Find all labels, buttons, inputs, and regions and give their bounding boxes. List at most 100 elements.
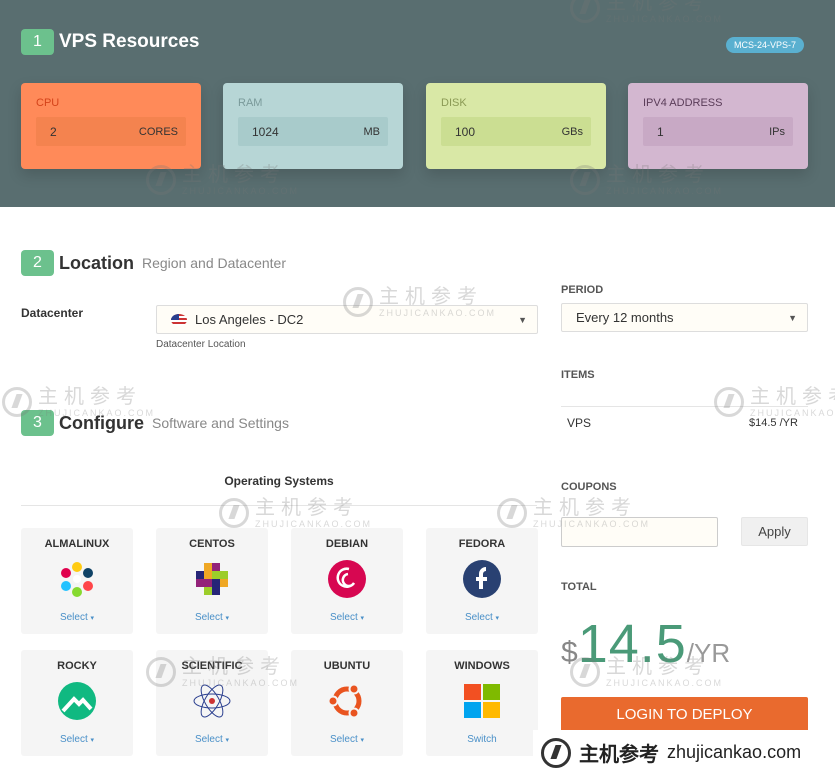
item-price: $14.5 /YR	[749, 417, 798, 429]
resources-heading: 1 VPS Resources	[21, 29, 199, 55]
cpu-value: 2	[50, 124, 57, 139]
os-card-fedora[interactable]: FEDORA Select ▾	[426, 528, 538, 634]
apply-coupon-button[interactable]: Apply	[741, 517, 808, 546]
watermark-en: ZHUJICANKAO.COM	[606, 14, 724, 24]
select-link[interactable]: Select ▾	[291, 612, 403, 623]
caret-down-icon: ▼	[518, 315, 527, 325]
os-card-centos[interactable]: CENTOS Select ▾	[156, 528, 268, 634]
os-card-almalinux[interactable]: ALMALINUX Select ▾	[21, 528, 133, 634]
section-title: Location	[59, 252, 134, 273]
caret-down-icon: ▾	[360, 615, 365, 622]
watermark: 主机参考ZHUJICANKAO.COM	[570, 0, 723, 24]
ram-field[interactable]: 1024 MB	[238, 117, 388, 146]
select-link[interactable]: Select ▾	[426, 612, 538, 623]
os-card-debian[interactable]: DEBIAN Select ▾	[291, 528, 403, 634]
watermark-en: ZHUJICANKAO.COM	[750, 408, 835, 418]
caret-down-icon: ▾	[90, 737, 95, 744]
watermark-logo-icon	[541, 737, 571, 768]
action-label: Select	[194, 612, 223, 623]
watermark: 主机参考ZHUJICANKAO.COM	[570, 164, 723, 196]
select-link[interactable]: Select ▾	[21, 734, 133, 745]
os-name: CENTOS	[189, 538, 235, 550]
action-label: Select	[59, 612, 88, 623]
os-heading: Operating Systems	[224, 474, 334, 488]
os-name: ROCKY	[57, 660, 97, 672]
os-name: DEBIAN	[325, 538, 369, 550]
step-number: 1	[21, 29, 54, 55]
ram-unit: MB	[363, 125, 381, 138]
location-heading: 2 Location Region and Datacenter	[21, 250, 286, 276]
watermark-logo-icon	[570, 165, 600, 195]
disk-value: 100	[455, 124, 476, 139]
footer-watermark-cn: 主机参考	[579, 744, 659, 766]
watermark-en: ZHUJICANKAO.COM	[38, 408, 156, 418]
watermark: 主机参考ZHUJICANKAO.COM	[497, 497, 650, 529]
select-link[interactable]: Select ▾	[156, 612, 268, 623]
watermark: 主机参考ZHUJICANKAO.COM	[570, 656, 723, 688]
watermark: 主机参考ZHUJICANKAO.COM	[2, 386, 155, 418]
login-to-deploy-button[interactable]: LOGIN TO DEPLOY	[561, 697, 808, 731]
os-card-rocky[interactable]: ROCKY Select ▾	[21, 650, 133, 756]
caret-down-icon: ▾	[495, 615, 500, 622]
watermark-logo-icon	[570, 657, 600, 687]
period-select[interactable]: Every 12 months ▼	[561, 303, 808, 332]
watermark: 主机参考ZHUJICANKAO.COM	[219, 497, 372, 529]
us-flag-icon	[171, 313, 187, 326]
watermark-en: ZHUJICANKAO.COM	[255, 519, 373, 529]
watermark: 主机参考ZHUJICANKAO.COM	[146, 656, 299, 688]
watermark-cn: 主机参考	[379, 286, 483, 308]
os-card-windows[interactable]: WINDOWS Switch	[426, 650, 538, 756]
action-label: Select	[194, 734, 223, 745]
watermark-cn: 主机参考	[750, 386, 835, 408]
caret-down-icon: ▼	[788, 313, 797, 323]
select-link[interactable]: Select ▾	[21, 612, 133, 623]
os-card-ubuntu[interactable]: UBUNTU Select ▾	[291, 650, 403, 756]
fedora-logo-icon	[463, 560, 501, 598]
watermark-cn: 主机参考	[255, 497, 359, 519]
disk-field[interactable]: 100 GBs	[441, 117, 591, 146]
watermark-cn: 主机参考	[182, 656, 286, 678]
cpu-unit: CORES	[138, 125, 178, 138]
ipv4-label: IPV4 ADDRESS	[643, 97, 723, 109]
cpu-card: CPU 2 CORES	[21, 83, 201, 169]
caret-down-icon: ▾	[225, 615, 230, 622]
switch-link[interactable]: Switch	[426, 734, 538, 745]
ram-value: 1024	[252, 124, 279, 139]
almalinux-logo-icon	[61, 562, 93, 597]
watermark-logo-icon	[146, 165, 176, 195]
watermark-cn: 主机参考	[38, 386, 142, 408]
ram-card: RAM 1024 MB	[223, 83, 403, 169]
period-value: Every 12 months	[576, 310, 674, 325]
datacenter-value: Los Angeles - DC2	[195, 312, 304, 327]
watermark-en: ZHUJICANKAO.COM	[379, 308, 497, 318]
footer-watermark: 主机参考 zhujicankao.com	[533, 730, 835, 775]
watermark-logo-icon	[219, 498, 249, 528]
watermark-logo-icon	[146, 657, 176, 687]
watermark-logo-icon	[570, 0, 600, 23]
period-label: PERIOD	[561, 284, 604, 296]
watermark: 主机参考ZHUJICANKAO.COM	[714, 386, 835, 418]
step-number: 2	[21, 250, 54, 276]
caret-down-icon: ▾	[90, 615, 95, 622]
watermark-en: ZHUJICANKAO.COM	[182, 678, 300, 688]
watermark-logo-icon	[2, 387, 32, 417]
plan-badge: MCS-24-VPS-7	[726, 37, 805, 53]
os-name: ALMALINUX	[44, 538, 110, 550]
ipv4-field[interactable]: 1 IPs	[643, 117, 793, 146]
caret-down-icon: ▾	[225, 737, 230, 744]
select-link[interactable]: Select ▾	[156, 734, 268, 745]
action-label: Select	[464, 612, 493, 623]
watermark-en: ZHUJICANKAO.COM	[606, 678, 724, 688]
os-name: FEDORA	[458, 538, 506, 550]
action-label: Select	[329, 734, 358, 745]
cpu-label: CPU	[36, 97, 60, 109]
action-label: Select	[329, 612, 358, 623]
watermark-cn: 主机参考	[606, 656, 710, 678]
watermark-cn: 主机参考	[606, 164, 710, 186]
section-title: VPS Resources	[59, 31, 200, 52]
watermark-cn: 主机参考	[182, 164, 286, 186]
items-label: ITEMS	[561, 369, 595, 381]
cpu-field[interactable]: 2 CORES	[36, 117, 186, 146]
ipv4-card: IPV4 ADDRESS 1 IPs	[628, 83, 808, 169]
select-link[interactable]: Select ▾	[291, 734, 403, 745]
